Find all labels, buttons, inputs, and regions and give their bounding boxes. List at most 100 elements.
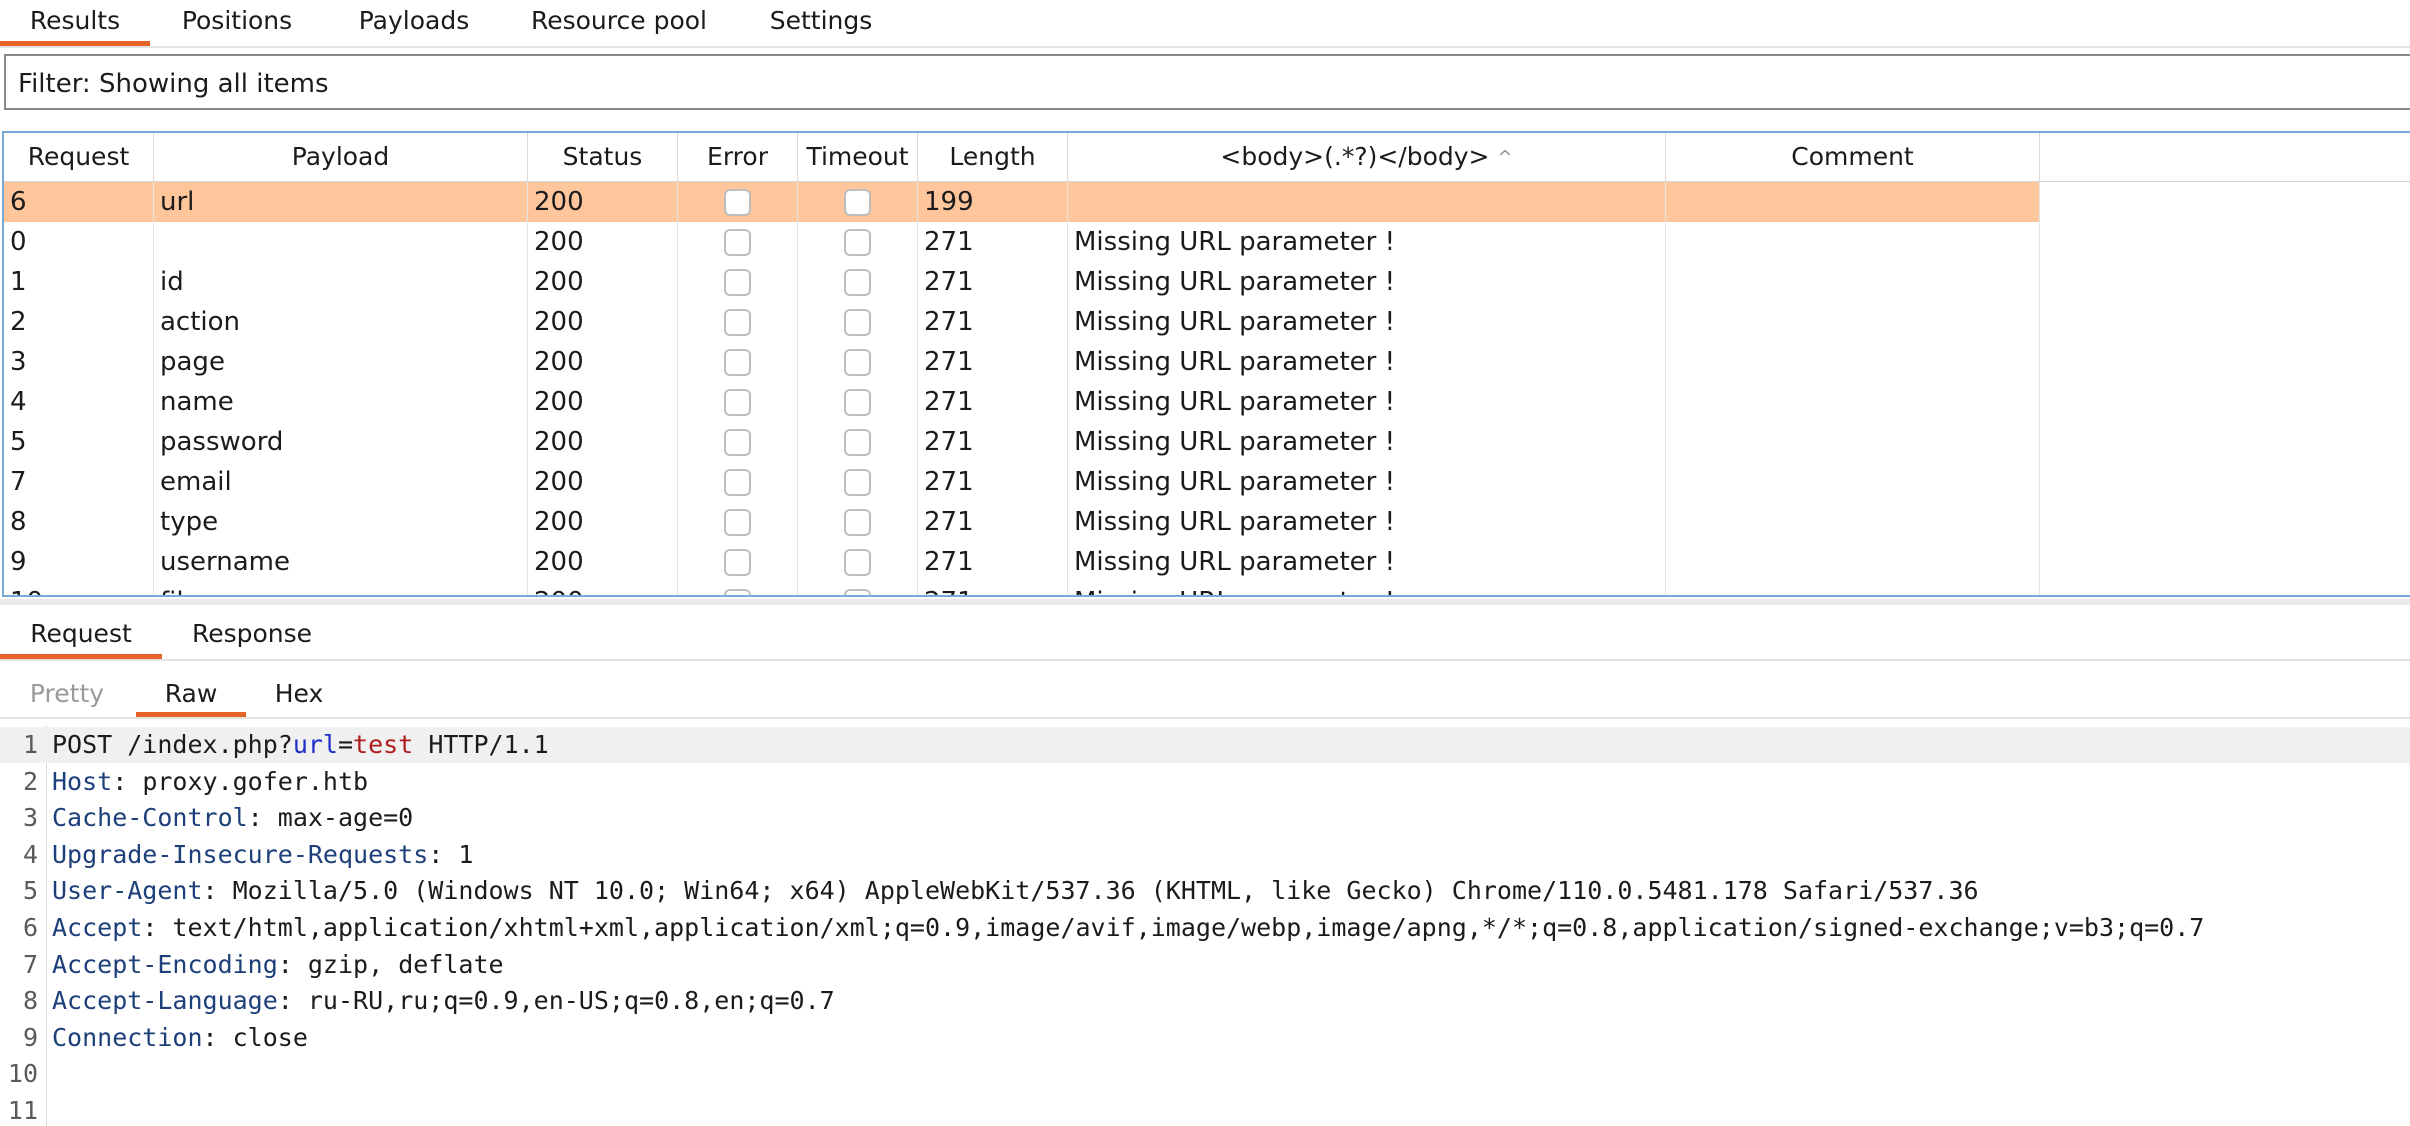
table-row[interactable]: 7 email 200 271 Missing URL parameter ! xyxy=(4,462,2040,502)
table-row[interactable]: 4 name 200 271 Missing URL parameter ! xyxy=(4,382,2040,422)
error-checkbox xyxy=(724,309,751,336)
column-header-status[interactable]: Status xyxy=(528,133,678,181)
error-cell xyxy=(678,302,798,342)
table-row[interactable]: 5 password 200 271 Missing URL parameter ! xyxy=(4,422,2040,462)
tab-results[interactable]: Results xyxy=(0,0,150,46)
request-editor[interactable]: 1 POST /index.php?url=test HTTP/1.1 2 Host:… xyxy=(0,725,2410,1126)
code-text: : ru-RU,ru;q=0.9,en-US;q=0.8,en;q=0.7 xyxy=(277,986,835,1016)
timeout-cell xyxy=(798,502,918,542)
line-number: 8 xyxy=(22,986,38,1016)
payload-cell: name xyxy=(154,382,528,422)
column-header-request[interactable]: Request xyxy=(4,133,154,181)
table-row[interactable]: 3 page 200 271 Missing URL parameter ! xyxy=(4,342,2040,382)
tab-hex[interactable]: Hex xyxy=(246,661,352,715)
error-checkbox xyxy=(724,189,751,216)
error-cell xyxy=(678,222,798,262)
line-number: 5 xyxy=(22,876,38,906)
timeout-checkbox xyxy=(844,229,871,256)
request-cell: 7 xyxy=(4,462,154,502)
tab-settings[interactable]: Settings xyxy=(756,0,886,44)
table-row[interactable]: 9 username 200 271 Missing URL parameter ! xyxy=(4,542,2040,582)
code-line[interactable]: 8 Accept-Language: ru-RU,ru;q=0.9,en-US;q… xyxy=(0,983,2410,1019)
header-name: Accept xyxy=(52,913,143,942)
code-text: : 1 xyxy=(428,839,474,869)
comment-cell xyxy=(1666,342,2040,382)
error-cell xyxy=(678,342,798,382)
extract-cell: Missing URL parameter ! xyxy=(1068,542,1666,582)
table-row[interactable]: 2 action 200 271 Missing URL parameter ! xyxy=(4,302,2040,342)
timeout-checkbox xyxy=(844,429,871,456)
tab-raw[interactable]: Raw xyxy=(136,661,246,717)
request-cell: 9 xyxy=(4,542,154,582)
error-checkbox xyxy=(724,469,751,496)
payload-cell xyxy=(154,222,528,262)
code-line[interactable]: 11 xyxy=(0,1093,2410,1126)
table-row[interactable]: 10file200 271Missing URL parameter ! xyxy=(4,582,2040,595)
line-number: 7 xyxy=(22,949,38,979)
column-header-comment[interactable]: Comment xyxy=(1666,133,2040,181)
line-text: Accept: text/html,application/xhtml+xml,… xyxy=(52,910,2204,946)
length-cell: 271 xyxy=(918,342,1068,382)
payload-cell: password xyxy=(154,422,528,462)
timeout-checkbox xyxy=(844,189,871,216)
filter-bar[interactable]: Filter: Showing all items xyxy=(4,54,2410,110)
timeout-cell xyxy=(798,462,918,502)
table-row[interactable]: 0 200 271 Missing URL parameter ! xyxy=(4,222,2040,262)
code-line[interactable]: 9 Connection: close xyxy=(0,1020,2410,1056)
code-text: = xyxy=(337,730,354,759)
status-cell: 200 xyxy=(528,462,678,502)
extract-cell: Missing URL parameter ! xyxy=(1068,342,1666,382)
param-name: url xyxy=(292,730,338,759)
comment-cell xyxy=(1666,262,2040,302)
error-checkbox xyxy=(724,229,751,256)
column-header-length[interactable]: Length xyxy=(918,133,1068,181)
payload-cell: email xyxy=(154,462,528,502)
table-row[interactable]: 6 url 200 199 xyxy=(4,182,2040,222)
tab-payloads[interactable]: Payloads xyxy=(340,0,488,44)
length-cell: 271 xyxy=(918,462,1068,502)
code-line[interactable]: 4 Upgrade-Insecure-Requests: 1 xyxy=(0,837,2410,873)
tab-response[interactable]: Response xyxy=(176,605,328,657)
length-cell: 271 xyxy=(918,302,1068,342)
comment-cell xyxy=(1666,222,2040,262)
status-cell: 200 xyxy=(528,542,678,582)
payload-cell: file xyxy=(154,582,528,595)
view-mode-tab-bar: Pretty Raw Hex xyxy=(0,661,2410,719)
table-row[interactable]: 1 id 200 271 Missing URL parameter ! xyxy=(4,262,2040,302)
table-header: Request Payload Status Error Timeout Len… xyxy=(4,133,2410,182)
column-header-extract[interactable]: <body>(.*?)</body> ^ xyxy=(1068,133,1666,181)
comment-cell xyxy=(1666,182,2040,222)
line-number: 9 xyxy=(22,1022,38,1052)
header-name: Upgrade-Insecure-Requests xyxy=(52,839,429,869)
code-line[interactable]: 7 Accept-Encoding: gzip, deflate xyxy=(0,947,2410,983)
line-number: 10 xyxy=(7,1059,38,1089)
line-text: POST /index.php?url=test HTTP/1.1 xyxy=(52,727,549,763)
comment-cell xyxy=(1666,302,2040,342)
timeout-checkbox xyxy=(844,509,871,536)
column-header-payload[interactable]: Payload xyxy=(154,133,528,181)
status-cell: 200 xyxy=(528,582,678,595)
timeout-checkbox xyxy=(844,309,871,336)
code-line[interactable]: 6 Accept: text/html,application/xhtml+xml… xyxy=(0,910,2410,946)
code-line[interactable]: 10 xyxy=(0,1056,2410,1092)
code-line[interactable]: 1 POST /index.php?url=test HTTP/1.1 xyxy=(0,727,2410,763)
request-cell: 3 xyxy=(4,342,154,382)
table-row[interactable]: 8 type 200 271 Missing URL parameter ! xyxy=(4,502,2040,542)
column-header-error[interactable]: Error xyxy=(678,133,798,181)
code-line[interactable]: 5 User-Agent: Mozilla/5.0 (Windows NT 10.… xyxy=(0,873,2410,909)
length-cell: 271 xyxy=(918,422,1068,462)
error-checkbox xyxy=(724,429,751,456)
column-header-timeout[interactable]: Timeout xyxy=(798,133,918,181)
tab-pretty[interactable]: Pretty xyxy=(12,661,122,715)
line-text: Accept-Encoding: gzip, deflate xyxy=(52,947,504,983)
payload-cell: id xyxy=(154,262,528,302)
tab-request[interactable]: Request xyxy=(0,605,162,659)
line-number: 3 xyxy=(22,803,38,833)
code-line[interactable]: 3 Cache-Control: max-age=0 xyxy=(0,800,2410,836)
code-line[interactable]: 2 Host: proxy.gofer.htb xyxy=(0,764,2410,800)
timeout-checkbox xyxy=(844,269,871,296)
error-checkbox xyxy=(724,509,751,536)
tab-resource-pool[interactable]: Resource pool xyxy=(520,0,718,44)
tab-positions[interactable]: Positions xyxy=(166,0,308,44)
extract-cell: Missing URL parameter ! xyxy=(1068,222,1666,262)
